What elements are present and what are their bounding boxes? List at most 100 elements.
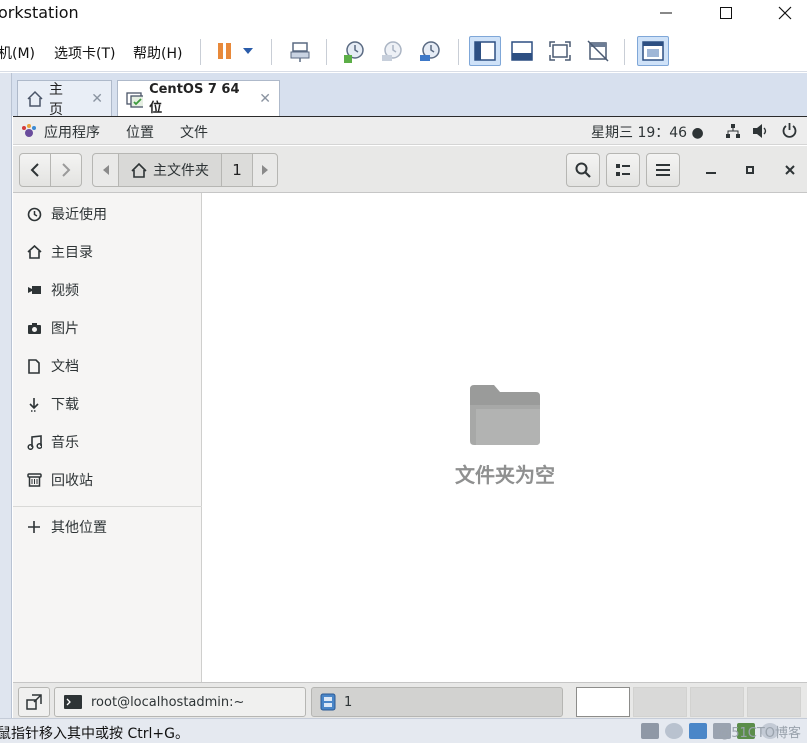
toolbar-separator: [271, 39, 272, 65]
chevron-left-icon: [30, 163, 39, 177]
pause-button[interactable]: [210, 37, 240, 65]
folder-icon: [470, 385, 540, 445]
sidebar-item-label: 回收站: [51, 473, 93, 489]
search-button[interactable]: [566, 153, 600, 187]
revert-snapshot-icon: [382, 41, 402, 61]
file-view[interactable]: 文件夹为空: [203, 193, 807, 682]
sidebar-item-videos[interactable]: 视频: [13, 272, 202, 308]
unity-mode-button[interactable]: [583, 37, 613, 65]
arrow-left-icon: [102, 165, 109, 175]
files-menu[interactable]: 文件: [180, 122, 208, 142]
sidebar-view-icon: [474, 41, 496, 61]
watermark: @51CTO博客: [718, 726, 801, 741]
snapshot-button[interactable]: [339, 37, 369, 65]
power-icon: [782, 123, 797, 138]
sidebar-item-label: 音乐: [51, 435, 79, 451]
sidebar-item-home[interactable]: 主目录: [13, 234, 202, 270]
workspace-2[interactable]: [633, 687, 687, 717]
camera-icon: [26, 320, 42, 336]
sidebar-item-label: 其他位置: [51, 520, 107, 536]
path-bar: 主文件夹 1: [92, 153, 278, 187]
maximize-icon: [746, 166, 754, 174]
fullscreen-button[interactable]: [545, 37, 575, 65]
forward-button[interactable]: [50, 153, 82, 187]
sidebar-item-music[interactable]: 音乐: [13, 424, 202, 460]
sidebar-item-label: 图片: [51, 321, 79, 337]
cd-drive-icon[interactable]: [665, 723, 683, 739]
console-view-icon: [642, 41, 664, 61]
hamburger-icon: [656, 164, 670, 176]
network-adapter-icon[interactable]: [689, 723, 707, 739]
taskbar-terminal[interactable]: root@localhostadmin:~: [54, 687, 306, 717]
minimize-icon: [660, 12, 672, 14]
files-close-button[interactable]: [780, 160, 800, 180]
vmware-library-edge: [0, 73, 12, 718]
close-window-button[interactable]: [762, 0, 807, 26]
sidebar-item-pictures[interactable]: 图片: [13, 310, 202, 346]
terminal-icon: [64, 695, 82, 709]
show-sidebar-button[interactable]: [469, 36, 501, 66]
close-icon: [785, 165, 795, 175]
toolbar-separator: [326, 39, 327, 65]
files-minimize-button[interactable]: [701, 160, 721, 180]
sidebar-item-label: 最近使用: [51, 207, 107, 223]
minimize-icon: [706, 172, 716, 174]
tab-centos[interactable]: CentOS 7 64 位 ✕: [117, 80, 280, 116]
thumbnail-bar-button[interactable]: [507, 37, 537, 65]
back-button[interactable]: [19, 153, 51, 187]
tab-home-close-icon[interactable]: ✕: [91, 91, 103, 107]
clock[interactable]: 星期三 19：46 ●: [591, 122, 704, 142]
guest-display[interactable]: 应用程序 位置 文件 星期三 19：46 ● 主文件夹 1 最近使用 主目录 视…: [13, 116, 807, 719]
clock-icon: [26, 206, 42, 222]
path-home-segment[interactable]: 主文件夹: [119, 154, 222, 186]
minimize-button[interactable]: [643, 0, 689, 26]
maximize-icon: [720, 7, 732, 19]
path-folder-segment[interactable]: 1: [222, 154, 253, 186]
sidebar-item-trash[interactable]: 回收站: [13, 462, 202, 498]
workspace-4[interactable]: [747, 687, 801, 717]
path-scroll-left[interactable]: [93, 154, 119, 186]
keyboard-icon: [290, 42, 310, 62]
download-icon: [26, 396, 42, 412]
path-scroll-right[interactable]: [253, 154, 277, 186]
vmware-titlebar: orkstation: [0, 0, 807, 30]
network-icon: [726, 124, 740, 138]
hard-disk-icon[interactable]: [641, 723, 659, 739]
pause-dropdown[interactable]: [238, 37, 258, 65]
files-maximize-button[interactable]: [740, 160, 760, 180]
workspace-3[interactable]: [690, 687, 744, 717]
revert-snapshot-button[interactable]: [377, 37, 407, 65]
plus-icon: [26, 519, 42, 535]
tab-home-label: 主页: [48, 81, 63, 118]
sidebar-item-label: 主目录: [51, 245, 93, 261]
view-mode-button[interactable]: [606, 153, 640, 187]
sidebar-item-other-locations[interactable]: 其他位置: [13, 509, 202, 545]
toolbar-separator: [200, 39, 201, 65]
menu-vm[interactable]: 机(M): [0, 43, 35, 63]
arrow-right-icon: [262, 165, 268, 175]
close-icon: [778, 6, 792, 20]
snapshot-manager-button[interactable]: [415, 37, 445, 65]
home-icon: [27, 90, 43, 107]
applications-menu[interactable]: 应用程序: [44, 122, 100, 142]
menu-tabs[interactable]: 选项卡(T): [54, 43, 115, 63]
workspace-1[interactable]: [576, 687, 630, 717]
menu-help[interactable]: 帮助(H): [133, 43, 182, 63]
list-view-icon: [616, 164, 630, 176]
sidebar-item-downloads[interactable]: 下载: [13, 386, 202, 422]
places-sidebar: 最近使用 主目录 视频 图片 文档 下载 音乐 回收站 其他位置: [13, 193, 202, 682]
taskbar-files[interactable]: 1: [311, 687, 563, 717]
vm-icon: [126, 91, 144, 108]
sidebar-item-documents[interactable]: 文档: [13, 348, 202, 384]
sidebar-item-label: 文档: [51, 359, 79, 375]
places-menu[interactable]: 位置: [126, 122, 154, 142]
music-icon: [26, 434, 42, 450]
maximize-button[interactable]: [703, 0, 749, 26]
console-view-button[interactable]: [637, 36, 669, 66]
tab-centos-close-icon[interactable]: ✕: [259, 91, 271, 107]
show-desktop-button[interactable]: [18, 687, 50, 717]
tab-home[interactable]: 主页 ✕: [17, 80, 112, 118]
send-ctrl-alt-del-button[interactable]: [285, 37, 315, 65]
sidebar-item-recent[interactable]: 最近使用: [13, 196, 202, 232]
menu-button[interactable]: [646, 153, 680, 187]
